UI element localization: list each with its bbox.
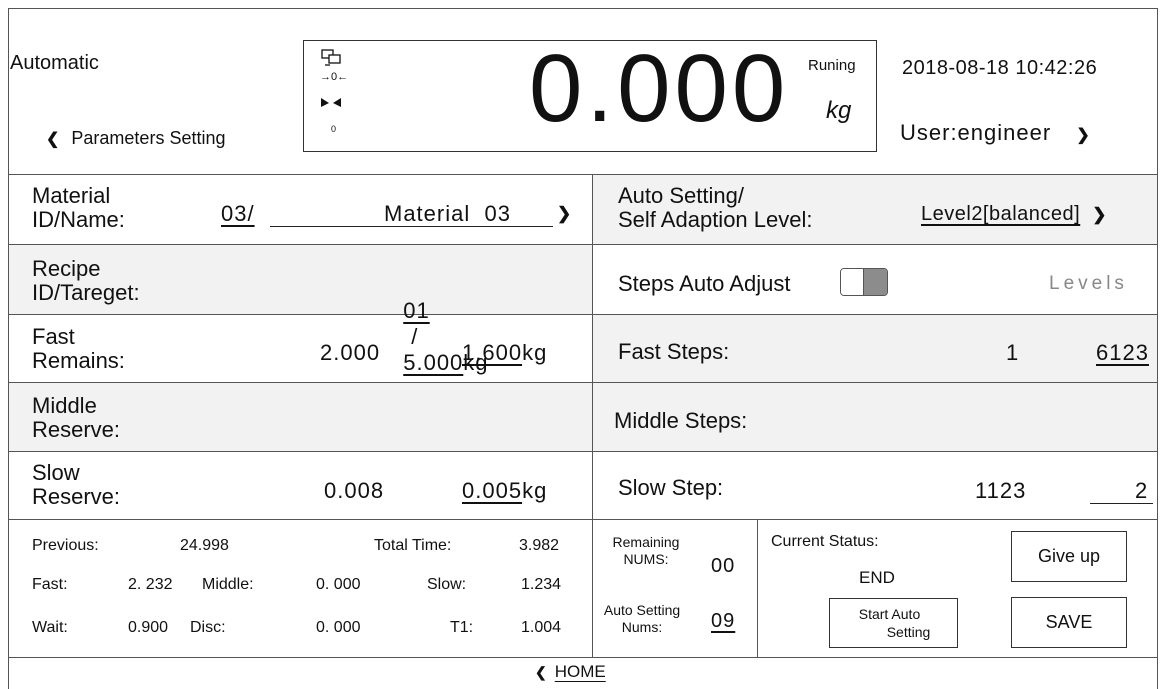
levels-label: Levels: [1049, 273, 1128, 294]
disc-label: Disc:: [190, 619, 226, 636]
give-up-button[interactable]: Give up: [1011, 531, 1127, 582]
chevron-left-icon: ❮: [535, 664, 547, 680]
chevron-left-icon: ❮: [46, 131, 60, 148]
fast-remains-field[interactable]: 1.600kg: [462, 340, 547, 366]
home-link[interactable]: ❮ HOME: [535, 662, 606, 682]
divider: [8, 244, 1158, 245]
remaining-nums-label: Remaining NUMS:: [612, 534, 680, 567]
wait-label: Wait:: [32, 619, 68, 636]
start-auto-setting-button[interactable]: Start Auto Setting: [829, 598, 958, 648]
current-status-label: Current Status:: [771, 533, 879, 550]
slow-reserve-field[interactable]: 0.005kg: [462, 478, 547, 504]
slow-unit: kg: [522, 478, 548, 503]
fast-time-label: Fast:: [32, 576, 68, 593]
middle-time-label: Middle:: [202, 576, 254, 593]
middle-time-value: 0. 000: [316, 576, 361, 593]
user-menu[interactable]: User:engineer ❯: [900, 120, 1091, 146]
slow-time-value: 1.234: [521, 576, 562, 593]
steps-auto-adjust-label: Steps Auto Adjust: [618, 271, 791, 296]
material-id[interactable]: 03/: [221, 201, 255, 227]
weight-value: 0.000: [529, 35, 790, 142]
recipe-label: Recipe ID/Tareget:: [32, 256, 140, 305]
fast-label: Fast Remains:: [32, 324, 125, 373]
fast-unit: kg: [522, 340, 548, 365]
divider: [8, 382, 1158, 383]
divider: [8, 519, 1158, 520]
slow-label: Slow Reserve:: [32, 460, 121, 509]
divider: [8, 314, 1158, 315]
chevron-right-icon: ❯: [1076, 127, 1091, 144]
material-label: Material ID/Name:: [32, 183, 125, 232]
chevron-right-icon: ❯: [1092, 205, 1108, 224]
previous-label: Previous:: [32, 537, 99, 554]
divider: [757, 519, 758, 657]
self-adaption-level[interactable]: Level2[balanced] ❯: [921, 203, 1107, 226]
slow-step-set[interactable]: 2: [1135, 478, 1148, 504]
chevron-right-icon[interactable]: ❯: [557, 204, 571, 224]
weight-unit: kg: [826, 97, 852, 124]
fast-steps-set[interactable]: 6123: [1096, 340, 1149, 366]
toggle-track: [864, 269, 887, 295]
fast-current: 2.000: [320, 340, 381, 365]
total-time-value: 3.982: [519, 537, 560, 554]
user-label: User:engineer: [900, 120, 1052, 145]
zero-center-icon: →0←: [320, 71, 349, 83]
divider: [8, 657, 1158, 658]
fast-steps-label: Fast Steps:: [618, 339, 730, 364]
save-button[interactable]: SAVE: [1011, 597, 1127, 648]
datetime: 2018-08-18 10:42:26: [902, 57, 1098, 79]
auto-setting-label: Auto Setting/Self Adaption Level:: [618, 183, 813, 232]
t1-label: T1:: [450, 619, 474, 636]
current-status-value: END: [859, 568, 895, 587]
fast-time-value: 2. 232: [128, 576, 173, 593]
toggle-knob: [841, 269, 864, 295]
recipe-separator: /: [411, 324, 419, 349]
remaining-nums-value: 00: [711, 555, 736, 577]
middle-label: Middle Reserve:: [32, 393, 121, 442]
auto-setting-nums-value[interactable]: 09: [711, 610, 735, 633]
auto-setting-nums-label: Auto Setting Nums:: [603, 602, 681, 635]
parameters-setting-link[interactable]: ❮ Parameters Setting: [46, 128, 225, 149]
slow-step-label: Slow Step:: [618, 475, 724, 500]
t1-value: 1.004: [521, 619, 562, 636]
total-time-label: Total Time:: [374, 537, 452, 554]
divider: [8, 451, 1158, 452]
material-name[interactable]: Material 03: [384, 201, 511, 227]
slow-step-current: 1123: [975, 478, 1027, 503]
steps-auto-adjust-toggle[interactable]: [840, 268, 888, 296]
recipe-target[interactable]: 5.000: [403, 350, 463, 375]
slow-time-label: Slow:: [427, 576, 467, 593]
stable-icon: [321, 98, 341, 107]
slow-current: 0.008: [324, 478, 385, 503]
run-status: Runing: [808, 57, 856, 74]
scale-monitor-icon: [321, 49, 341, 66]
fast-set[interactable]: 1.600: [462, 340, 522, 365]
small-zero-label: 0: [331, 124, 337, 134]
middle-steps-label: Middle Steps:: [614, 408, 748, 433]
slow-set[interactable]: 0.005: [462, 478, 522, 503]
wait-value: 0.900: [128, 619, 169, 636]
disc-value: 0. 000: [316, 619, 361, 636]
recipe-id[interactable]: 01: [403, 298, 429, 323]
parameters-setting-label: Parameters Setting: [71, 128, 226, 148]
previous-value: 24.998: [180, 537, 229, 554]
weight-display: →0← 0 0.000 Runing kg: [303, 35, 877, 152]
mode-label: Automatic: [10, 52, 99, 74]
fast-steps-current: 1: [1006, 340, 1020, 365]
auto-level-value[interactable]: Level2[balanced]: [921, 203, 1080, 225]
home-label: HOME: [554, 662, 606, 681]
